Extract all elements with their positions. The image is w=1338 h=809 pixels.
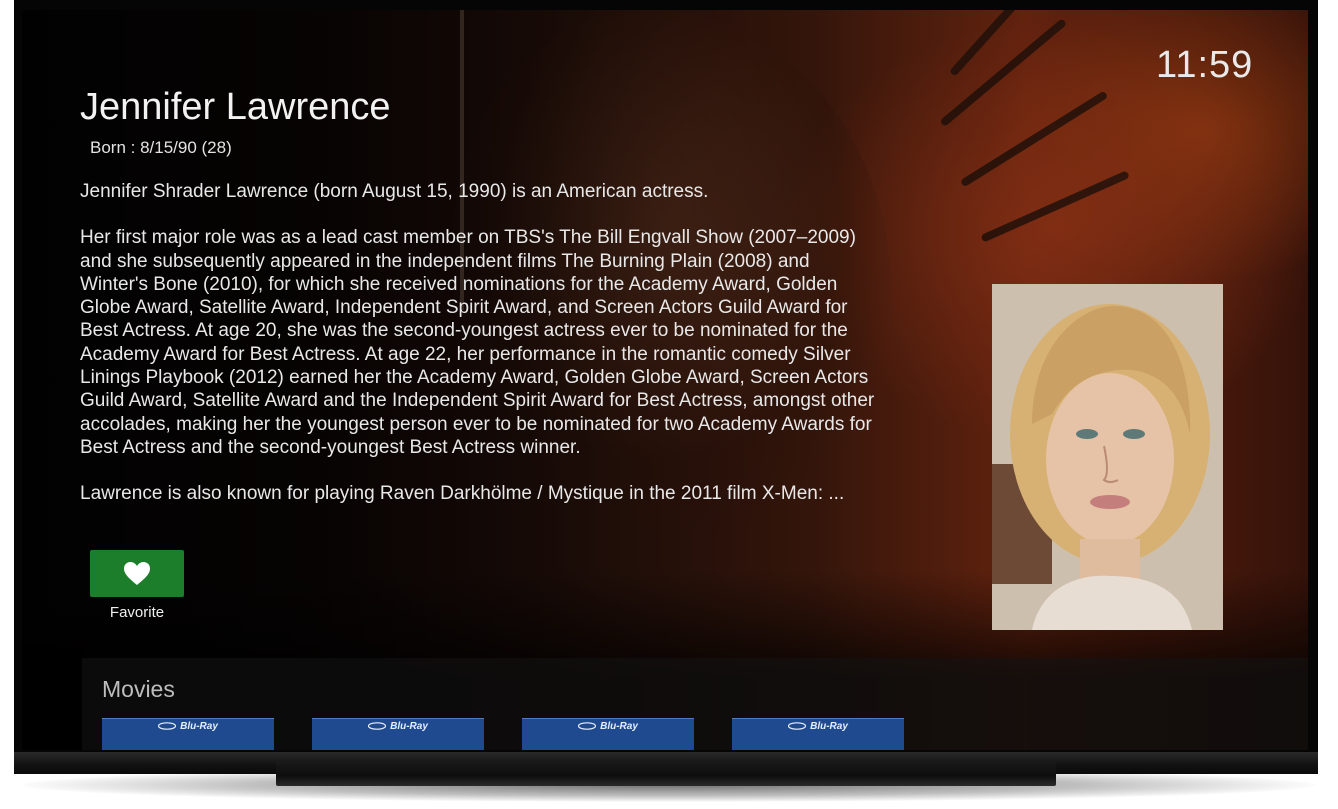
blu-ray-disc-icon bbox=[368, 722, 387, 730]
portrait-image bbox=[992, 284, 1223, 630]
person-photo bbox=[992, 284, 1223, 630]
movies-row: Movies Blu-Ray Blu-Ray Blu-Ray Blu-Ray bbox=[82, 658, 1308, 750]
tv-screen: 11:59 Jennifer Lawrence Born : 8/15/90 (… bbox=[22, 10, 1308, 750]
blu-ray-badge: Blu-Ray bbox=[312, 719, 484, 733]
tv-stand bbox=[276, 760, 1056, 786]
favorite-button[interactable] bbox=[90, 550, 184, 597]
heart-icon bbox=[124, 562, 150, 585]
bio-paragraph: Lawrence is also known for playing Raven… bbox=[80, 483, 845, 505]
movies-title: Movies bbox=[102, 676, 175, 702]
blu-ray-label: Blu-Ray bbox=[390, 720, 428, 732]
blu-ray-label: Blu-Ray bbox=[810, 720, 848, 732]
blu-ray-label: Blu-Ray bbox=[600, 720, 638, 732]
blu-ray-badge: Blu-Ray bbox=[522, 719, 694, 733]
blu-ray-disc-icon bbox=[158, 722, 177, 730]
movie-card[interactable]: Blu-Ray bbox=[522, 718, 694, 750]
bio-paragraph: Jennifer Shrader Lawrence (born August 1… bbox=[80, 181, 709, 202]
movie-card[interactable]: Blu-Ray bbox=[312, 718, 484, 750]
bio-paragraph: Her first major role was as a lead cast … bbox=[80, 227, 875, 458]
blu-ray-disc-icon bbox=[788, 722, 807, 730]
favorite-label: Favorite bbox=[109, 604, 165, 621]
blu-ray-badge: Blu-Ray bbox=[102, 719, 274, 733]
person-biography: Jennifer Shrader Lawrence (born August 1… bbox=[80, 180, 880, 529]
person-name: Jennifer Lawrence bbox=[80, 86, 391, 128]
person-born: Born : 8/15/90 (28) bbox=[90, 138, 232, 157]
blu-ray-label: Blu-Ray bbox=[180, 720, 218, 732]
blu-ray-badge: Blu-Ray bbox=[732, 719, 904, 733]
clock: 11:59 bbox=[1156, 44, 1254, 86]
movie-card[interactable]: Blu-Ray bbox=[102, 718, 274, 750]
blu-ray-disc-icon bbox=[578, 722, 597, 730]
movie-card[interactable]: Blu-Ray bbox=[732, 718, 904, 750]
